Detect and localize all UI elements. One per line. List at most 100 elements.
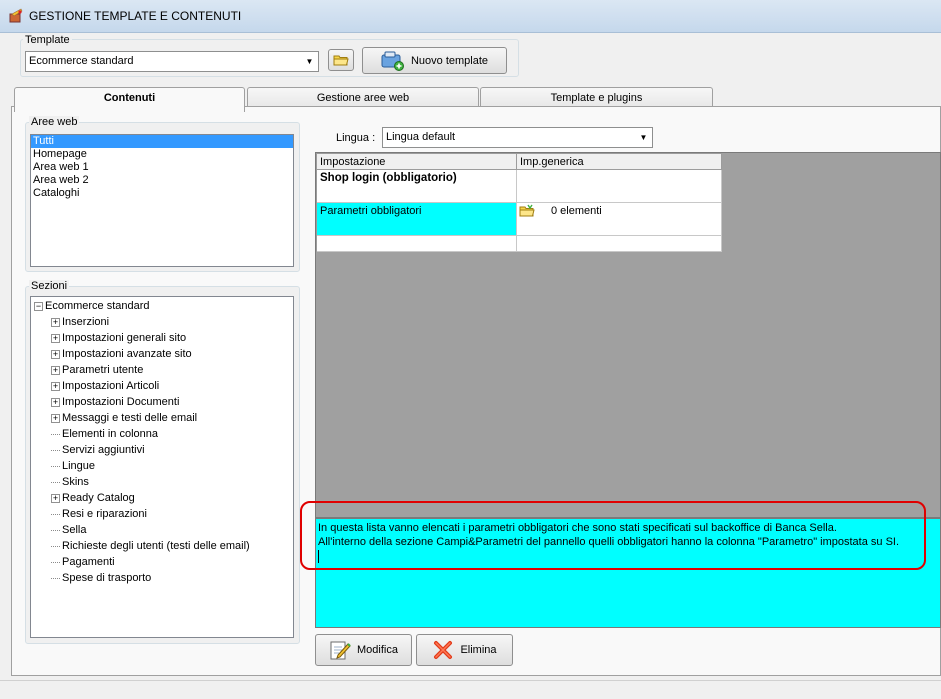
tab-contenuti[interactable]: Contenuti (14, 87, 245, 112)
tree-expand-icon[interactable]: + (51, 349, 60, 359)
tree-expand-icon[interactable]: + (51, 317, 60, 327)
tree-line-icon (51, 465, 60, 467)
tree-item[interactable]: + Impostazioni avanzate sito (34, 346, 293, 362)
list-item[interactable]: Area web 2 (31, 174, 293, 187)
tree-item[interactable]: Resi e riparazioni (34, 506, 293, 522)
tree-root-label: Ecommerce standard (45, 300, 150, 312)
tree-line-icon (51, 433, 60, 435)
tree-item[interactable]: Richieste degli utenti (testi delle emai… (34, 538, 293, 554)
tree-item[interactable]: + Impostazioni Documenti (34, 394, 293, 410)
chevron-down-icon[interactable]: ▼ (635, 128, 652, 147)
tree-item-label: Pagamenti (62, 556, 115, 568)
grid-row-label-text: Parametri obbligatori (320, 205, 422, 217)
tree-item-label: Sella (62, 524, 87, 536)
tree-item-label: Skins (62, 476, 89, 488)
edit-icon (330, 641, 351, 660)
delete-icon (434, 641, 453, 659)
tree-item-label: Elementi in colonna (62, 428, 159, 440)
tree-item[interactable]: + Inserzioni (34, 314, 293, 330)
grid-group-title-text: Shop login (obbligatorio) (320, 172, 457, 184)
chevron-down-icon[interactable]: ▼ (301, 52, 318, 71)
tab-contenuti-label: Contenuti (103, 92, 156, 104)
tree-item-label: Inserzioni (62, 316, 110, 328)
template-legend: Template (23, 34, 72, 46)
list-item[interactable]: Area web 1 (31, 161, 293, 174)
tree-item[interactable]: + Messaggi e testi delle email (34, 410, 293, 426)
aree-web-legend: Aree web (29, 116, 80, 128)
tree-item-label: Spese di trasporto (62, 572, 152, 584)
new-template-label: Nuovo template (410, 54, 489, 67)
modify-label: Modifica (357, 644, 398, 656)
grid-group-title: Shop login (obbligatorio) (317, 170, 517, 203)
grid-group-empty (517, 170, 722, 203)
window-title: GESTIONE TEMPLATE E CONTENUTI (29, 9, 242, 23)
tree-expand-icon[interactable]: + (51, 413, 60, 423)
list-item[interactable]: Homepage (31, 148, 293, 161)
tree-line-icon (51, 449, 60, 451)
sezioni-legend: Sezioni (29, 280, 70, 292)
tree-item-label: Lingue (62, 460, 96, 472)
tree-item-label: Servizi aggiuntivi (62, 444, 145, 456)
tree-root[interactable]: − Ecommerce standard (34, 298, 293, 314)
tree-item-label: Resi e riparazioni (62, 508, 147, 520)
tree-item[interactable]: + Parametri utente (34, 362, 293, 378)
tree-expand-icon[interactable]: + (51, 397, 60, 407)
template-select[interactable]: Ecommerce standard ▼ (25, 51, 319, 72)
tree-item-label: Messaggi e testi delle email (62, 412, 198, 424)
tree-item[interactable]: + Impostazioni generali sito (34, 330, 293, 346)
grid-row-value[interactable]: 0 elementi (517, 203, 722, 236)
delete-button[interactable]: Elimina (416, 634, 513, 666)
settings-grid[interactable]: Impostazione Imp.generica Shop login (ob… (316, 153, 722, 252)
tree-expand-icon[interactable]: + (51, 365, 60, 375)
tree-item-label: Impostazioni Articoli (62, 380, 160, 392)
tree-line-icon (51, 561, 60, 563)
tree-item-label: Impostazioni generali sito (62, 332, 187, 344)
tree-item-label: Ready Catalog (62, 492, 135, 504)
tree-line-icon (51, 545, 60, 547)
new-template-button[interactable]: Nuovo template (362, 47, 507, 74)
tab-template-plugins-label: Template e plugins (550, 92, 643, 104)
lingua-select-value: Lingua default (386, 131, 456, 143)
modify-button[interactable]: Modifica (315, 634, 412, 666)
tree-line-icon (51, 577, 60, 579)
tree-line-icon (51, 529, 60, 531)
tree-expand-icon[interactable]: + (51, 333, 60, 343)
tree-line-icon (51, 481, 60, 483)
list-item[interactable]: Tutti (31, 135, 293, 148)
tree-item-label: Richieste degli utenti (testi delle emai… (62, 540, 250, 552)
tree-item[interactable]: Pagamenti (34, 554, 293, 570)
lingua-select[interactable]: Lingua default ▼ (382, 127, 653, 148)
tree-item[interactable]: Sella (34, 522, 293, 538)
list-item[interactable]: Cataloghi (31, 187, 293, 200)
tree-item-label: Parametri utente (62, 364, 144, 376)
tree-expand-icon[interactable]: + (51, 381, 60, 391)
aree-web-list[interactable]: Tutti Homepage Area web 1 Area web 2 Cat… (30, 134, 294, 267)
window-bottom-edge (0, 680, 941, 699)
tree-item-label: Impostazioni avanzate sito (62, 348, 192, 360)
tree-item[interactable]: + Impostazioni Articoli (34, 378, 293, 394)
tree-collapse-icon[interactable]: − (34, 301, 43, 311)
grid-header-impostazione[interactable]: Impostazione (317, 154, 517, 170)
grid-row-value-text: 0 elementi (551, 205, 602, 217)
tree-item[interactable]: Spese di trasporto (34, 570, 293, 586)
grid-row-label[interactable]: Parametri obbligatori (317, 203, 517, 236)
folder-icon[interactable] (519, 204, 535, 218)
delete-label: Elimina (460, 644, 497, 656)
tree-item[interactable]: Elementi in colonna (34, 426, 293, 442)
folder-icon (333, 55, 349, 66)
app-icon (9, 8, 23, 23)
tree-item[interactable]: Lingue (34, 458, 293, 474)
tree-item-label: Impostazioni Documenti (62, 396, 180, 408)
highlight-frame (300, 501, 926, 570)
grid-header-imp-generica[interactable]: Imp.generica (517, 154, 722, 170)
tree-item[interactable]: Servizi aggiuntivi (34, 442, 293, 458)
tree-expand-icon[interactable]: + (51, 493, 60, 503)
sezioni-tree[interactable]: − Ecommerce standard + Inserzioni + Impostaz… (30, 296, 294, 638)
grid-empty-row (317, 236, 517, 252)
tree-item[interactable]: Skins (34, 474, 293, 490)
open-folder-button[interactable] (328, 49, 354, 71)
lingua-label: Lingua : (336, 132, 376, 144)
tree-item[interactable]: + Ready Catalog (34, 490, 293, 506)
tab-gestione-aree-web-label: Gestione aree web (316, 92, 410, 104)
title-bar: GESTIONE TEMPLATE E CONTENUTI (0, 0, 941, 33)
